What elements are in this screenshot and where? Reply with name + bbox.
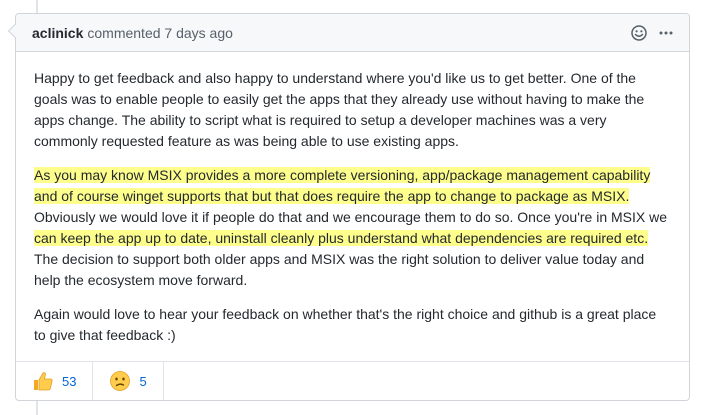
thumbs-up-icon bbox=[32, 370, 54, 392]
comment-text: Happy to get feedback and also happy to … bbox=[34, 70, 645, 149]
reaction-button[interactable]: 53 bbox=[16, 362, 94, 400]
highlighted-text: As you may know MSIX provides a more com… bbox=[34, 167, 651, 204]
kebab-horizontal-icon bbox=[659, 31, 673, 34]
confused-face-icon bbox=[109, 370, 131, 392]
reaction-count: 53 bbox=[62, 373, 77, 389]
comment-paragraph: As you may know MSIX provides a more com… bbox=[34, 165, 671, 291]
comment-actions bbox=[631, 24, 673, 41]
highlighted-text: can keep the app up to date, uninstall c… bbox=[34, 230, 649, 246]
more-options-button[interactable] bbox=[659, 25, 673, 41]
reaction-button[interactable]: 5 bbox=[93, 362, 164, 400]
comment-text: Obviously we would love it if people do … bbox=[34, 209, 668, 225]
comment-body: Happy to get feedback and also happy to … bbox=[16, 52, 689, 346]
add-reaction-button[interactable] bbox=[631, 24, 647, 41]
comment-paragraph: Again would love to hear your feedback o… bbox=[34, 304, 671, 346]
comment-box: aclinick commented 7 days ago Happy to g… bbox=[15, 13, 690, 401]
smiley-icon bbox=[631, 24, 647, 41]
reactions-bar: 53 5 bbox=[16, 361, 689, 400]
comment-author[interactable]: aclinick bbox=[32, 25, 83, 41]
comment-text: The decision to support both older apps … bbox=[34, 251, 645, 288]
comment-text: Again would love to hear your feedback o… bbox=[34, 306, 657, 343]
comment-timestamp[interactable]: commented 7 days ago bbox=[87, 25, 233, 41]
reaction-count: 5 bbox=[139, 373, 147, 389]
comment-header: aclinick commented 7 days ago bbox=[16, 14, 689, 52]
comment-paragraph: Happy to get feedback and also happy to … bbox=[34, 68, 671, 152]
